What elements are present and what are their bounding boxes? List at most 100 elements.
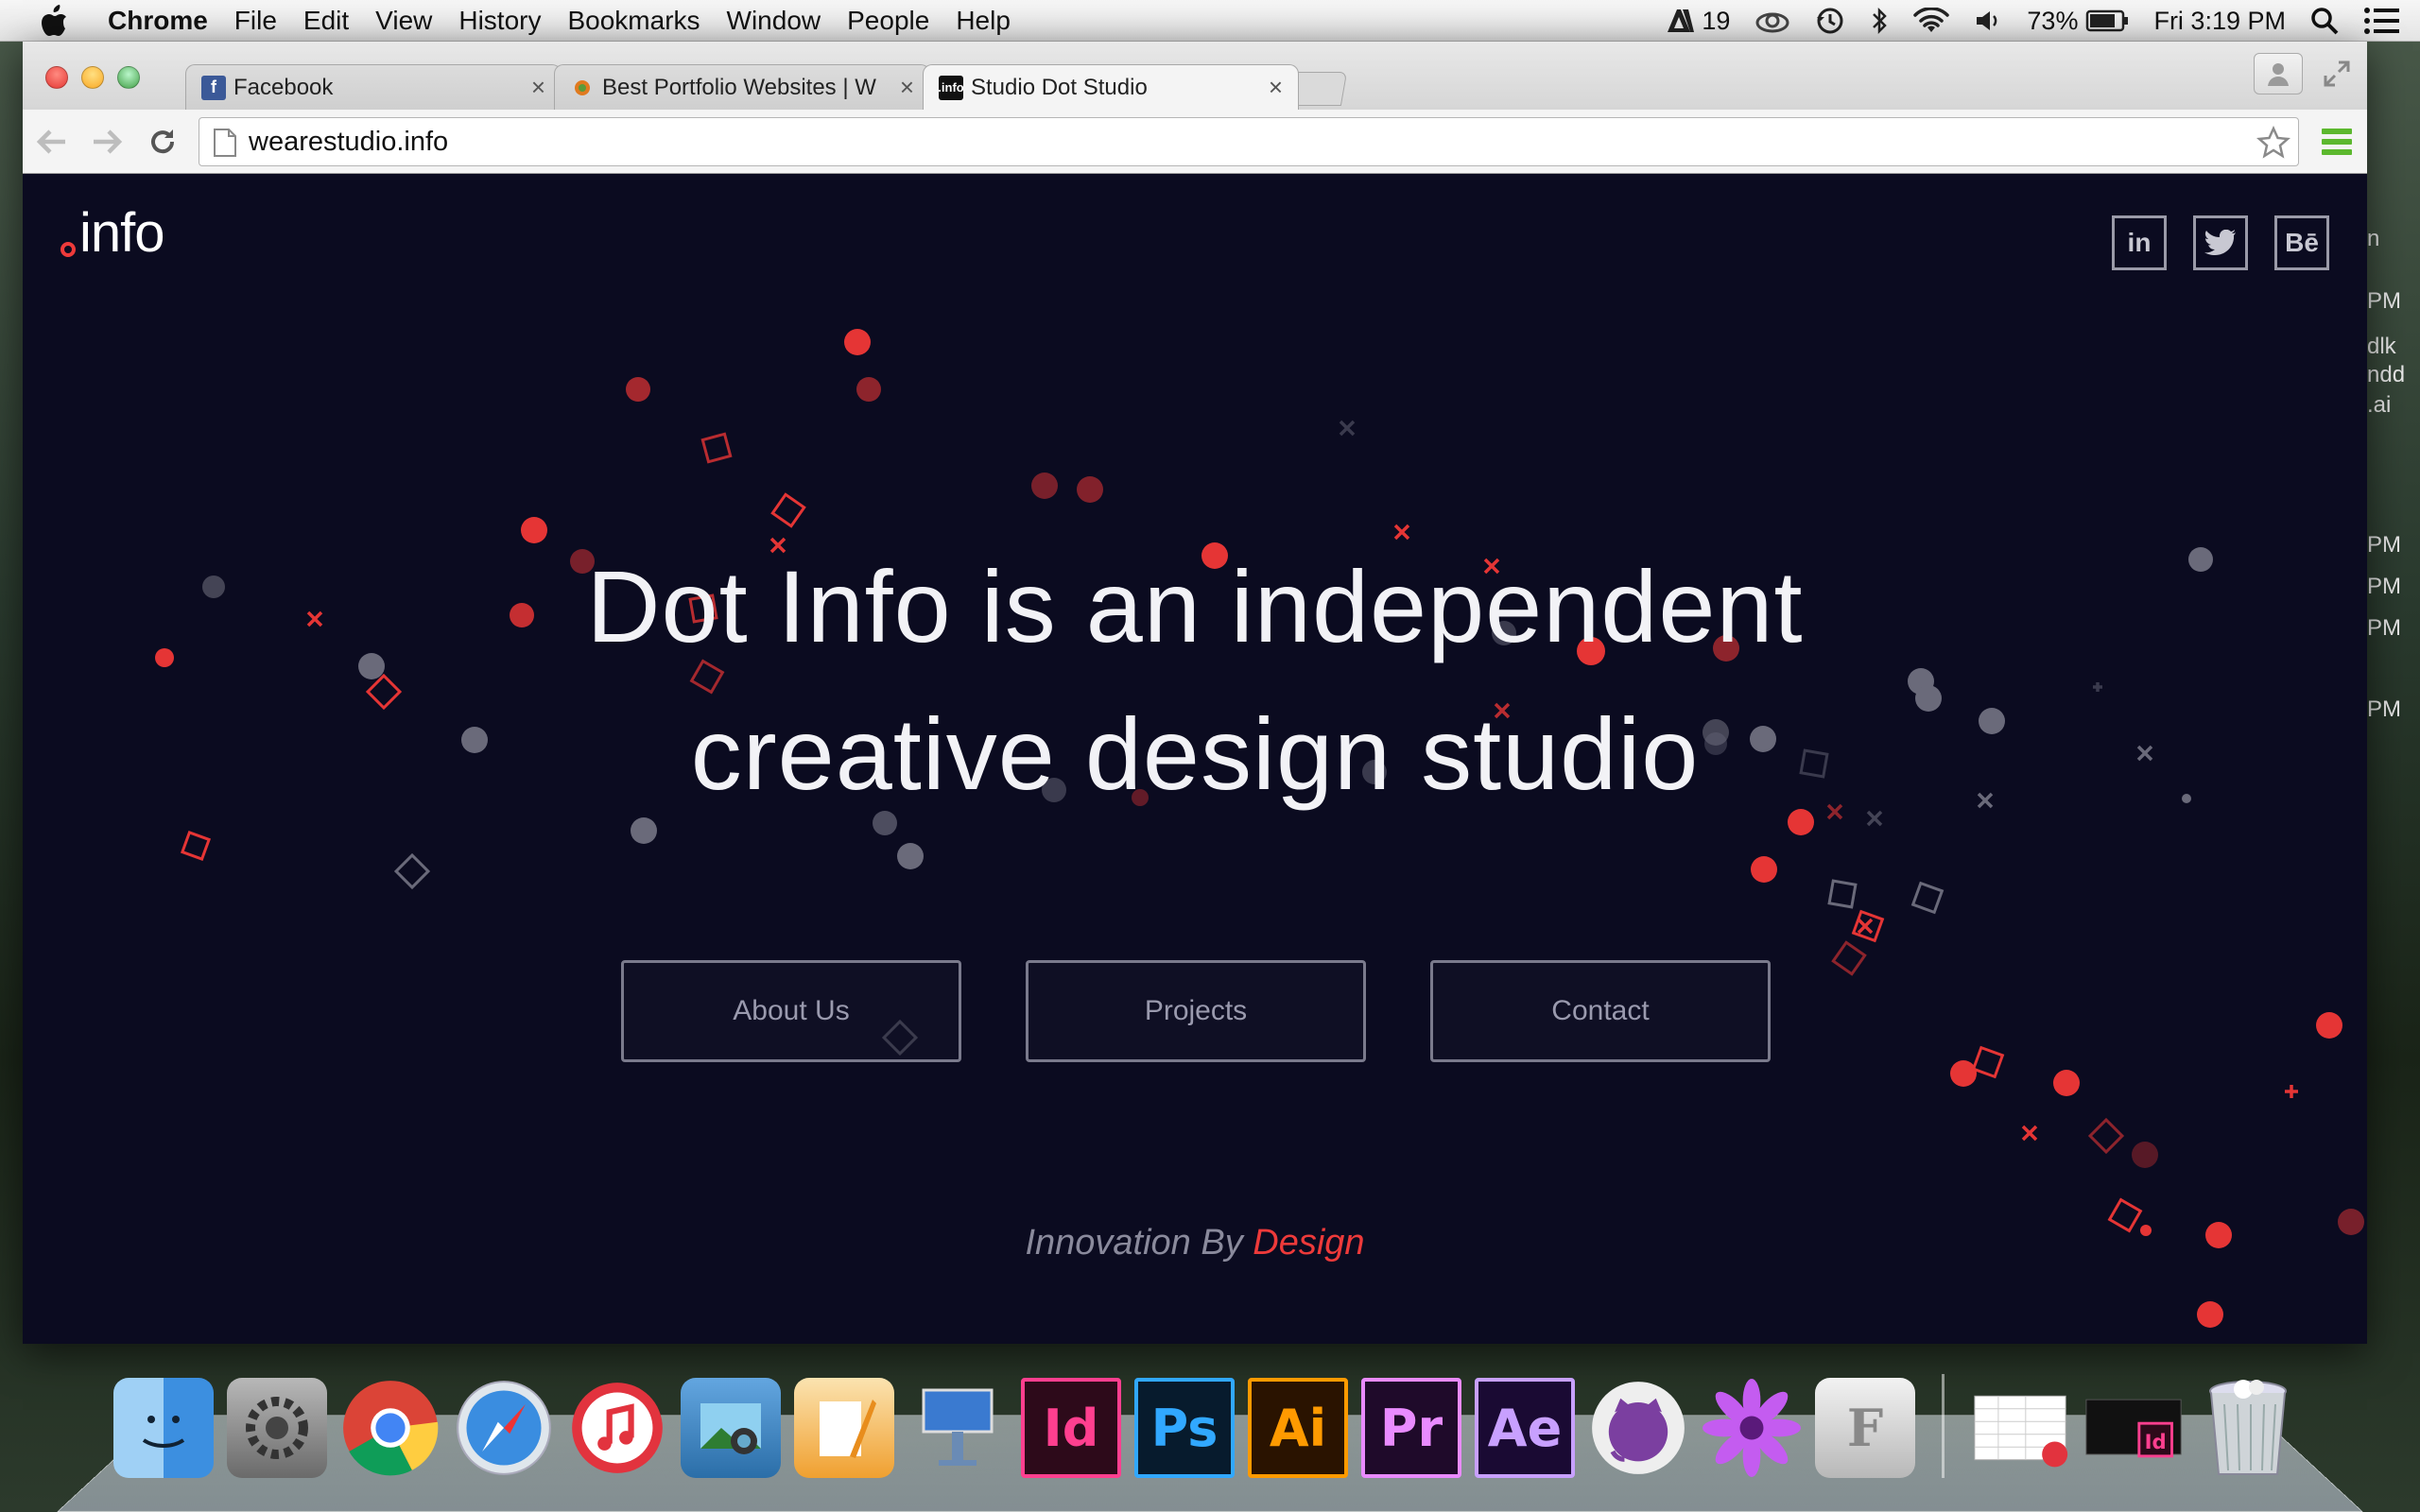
- finder-icon[interactable]: [113, 1378, 214, 1478]
- adobe-status[interactable]: 19: [1666, 7, 1730, 36]
- social-links: in Bē: [2112, 215, 2329, 270]
- info-logo-icon: .info: [939, 76, 963, 100]
- web-page: info in Bē Dot Info is an independent cr…: [23, 174, 2367, 1344]
- logo-text: info: [79, 206, 164, 261]
- contact-button[interactable]: Contact: [1430, 960, 1771, 1062]
- menu-window[interactable]: Window: [714, 6, 835, 36]
- menubar-clock[interactable]: Fri 3:19 PM: [2153, 7, 2286, 36]
- projects-button[interactable]: Projects: [1026, 960, 1366, 1062]
- facebook-icon: f: [201, 76, 226, 100]
- wifi-icon[interactable]: [1913, 8, 1949, 34]
- close-tab-icon[interactable]: ×: [531, 73, 545, 102]
- forward-arrow-icon: [92, 128, 124, 156]
- profile-button[interactable]: [2254, 53, 2303, 94]
- background-window-peek: n PM dlk ndd .ai PM PM PM PM: [2367, 217, 2420, 724]
- headline-line: Dot Info is an independent: [23, 533, 2367, 680]
- menu-people[interactable]: People: [834, 6, 942, 36]
- tab-title: Best Portfolio Websites | W: [602, 75, 890, 101]
- notification-center-icon[interactable]: [2363, 6, 2401, 36]
- menu-help[interactable]: Help: [942, 6, 1024, 36]
- downloads-stack-icon[interactable]: Id: [2084, 1378, 2185, 1478]
- chrome-menu-icon[interactable]: [2322, 127, 2352, 157]
- twitter-icon[interactable]: [2193, 215, 2248, 270]
- peek-text: ndd: [2367, 361, 2420, 389]
- adobe-update-count: 19: [1702, 7, 1730, 36]
- dock-separator: [1942, 1374, 1945, 1478]
- illustrator-icon[interactable]: Ai: [1248, 1378, 1348, 1478]
- menu-bookmarks[interactable]: Bookmarks: [554, 6, 713, 36]
- reload-icon: [147, 127, 178, 157]
- site-gear-icon: [570, 76, 595, 100]
- about-us-button[interactable]: About Us: [621, 960, 961, 1062]
- iphoto-icon[interactable]: [681, 1378, 781, 1478]
- documents-stack-icon[interactable]: [1971, 1378, 2071, 1478]
- close-window-button[interactable]: [45, 66, 68, 89]
- tagline-prefix: Innovation By: [1025, 1223, 1253, 1263]
- close-tab-icon[interactable]: ×: [900, 73, 914, 102]
- volume-icon[interactable]: [1974, 9, 2002, 33]
- time-machine-icon[interactable]: [1815, 6, 1845, 36]
- tab-title: Studio Dot Studio: [971, 75, 1259, 101]
- site-logo[interactable]: info: [60, 206, 164, 261]
- cloud-sync-icon[interactable]: [1754, 9, 1790, 33]
- bluetooth-icon[interactable]: [1870, 7, 1889, 35]
- pages-icon[interactable]: [794, 1378, 894, 1478]
- linkedin-icon[interactable]: in: [2112, 215, 2167, 270]
- system-preferences-icon[interactable]: [227, 1378, 327, 1478]
- hero-buttons: About Us Projects Contact: [621, 960, 1771, 1062]
- forward-button[interactable]: [89, 123, 127, 161]
- minimize-window-button[interactable]: [81, 66, 104, 89]
- page-icon: [213, 128, 237, 158]
- github-icon[interactable]: [1588, 1378, 1688, 1478]
- peek-text: PM: [2367, 287, 2420, 316]
- tagline-accent: Design: [1253, 1223, 1364, 1263]
- menu-file[interactable]: File: [221, 6, 290, 36]
- address-bar[interactable]: wearestudio.info: [199, 117, 2299, 166]
- safari-icon[interactable]: [454, 1378, 554, 1478]
- peek-text: PM: [2367, 573, 2420, 601]
- menu-bar: Chrome File Edit View History Bookmarks …: [0, 0, 2420, 42]
- menu-view[interactable]: View: [362, 6, 445, 36]
- peek-text: PM: [2367, 531, 2420, 559]
- chrome-icon[interactable]: [340, 1378, 441, 1478]
- photoshop-icon[interactable]: Ps: [1134, 1378, 1235, 1478]
- battery-status[interactable]: 73%: [2027, 7, 2129, 36]
- after-effects-icon[interactable]: Ae: [1475, 1378, 1575, 1478]
- battery-percentage: 73%: [2027, 7, 2078, 36]
- headline-line: creative design studio: [23, 680, 2367, 828]
- premiere-icon[interactable]: Pr: [1361, 1378, 1461, 1478]
- reload-button[interactable]: [144, 123, 182, 161]
- svg-text:Id: Id: [2145, 1430, 2167, 1453]
- peek-text: .ai: [2367, 391, 2420, 420]
- trash-icon[interactable]: [2198, 1378, 2298, 1478]
- behance-icon[interactable]: Bē: [2274, 215, 2329, 270]
- logo-dot: [60, 242, 76, 257]
- flower-app-icon[interactable]: [1702, 1378, 1802, 1478]
- itunes-icon[interactable]: [567, 1378, 667, 1478]
- adobe-creative-cloud-icon: [1666, 8, 1696, 34]
- peek-text: n: [2367, 225, 2420, 253]
- spotlight-search-icon[interactable]: [2310, 7, 2339, 35]
- tab-facebook[interactable]: f Facebook ×: [185, 64, 562, 110]
- peek-text: PM: [2367, 614, 2420, 643]
- fullscreen-icon[interactable]: [2320, 57, 2354, 91]
- indesign-icon[interactable]: Id: [1021, 1378, 1121, 1478]
- back-button[interactable]: [32, 123, 70, 161]
- tab-studio-dot-studio[interactable]: .info Studio Dot Studio ×: [923, 64, 1299, 110]
- window-controls: [45, 66, 140, 89]
- menu-history[interactable]: History: [445, 6, 554, 36]
- menu-app-name[interactable]: Chrome: [95, 6, 221, 36]
- bookmark-star-icon[interactable]: [2256, 126, 2290, 160]
- peek-text: dlk: [2367, 333, 2420, 361]
- font-book-icon[interactable]: F: [1815, 1378, 1915, 1478]
- browser-window: f Facebook × Best Portfolio Websites | W…: [23, 42, 2367, 1344]
- close-tab-icon[interactable]: ×: [1269, 73, 1283, 102]
- keynote-icon[interactable]: [908, 1378, 1008, 1478]
- back-arrow-icon: [35, 128, 67, 156]
- menu-edit[interactable]: Edit: [290, 6, 362, 36]
- zoom-window-button[interactable]: [117, 66, 140, 89]
- battery-icon: [2085, 9, 2129, 32]
- url-text: wearestudio.info: [249, 127, 448, 158]
- tab-portfolio[interactable]: Best Portfolio Websites | W ×: [554, 64, 930, 110]
- apple-menu-icon[interactable]: [34, 0, 76, 42]
